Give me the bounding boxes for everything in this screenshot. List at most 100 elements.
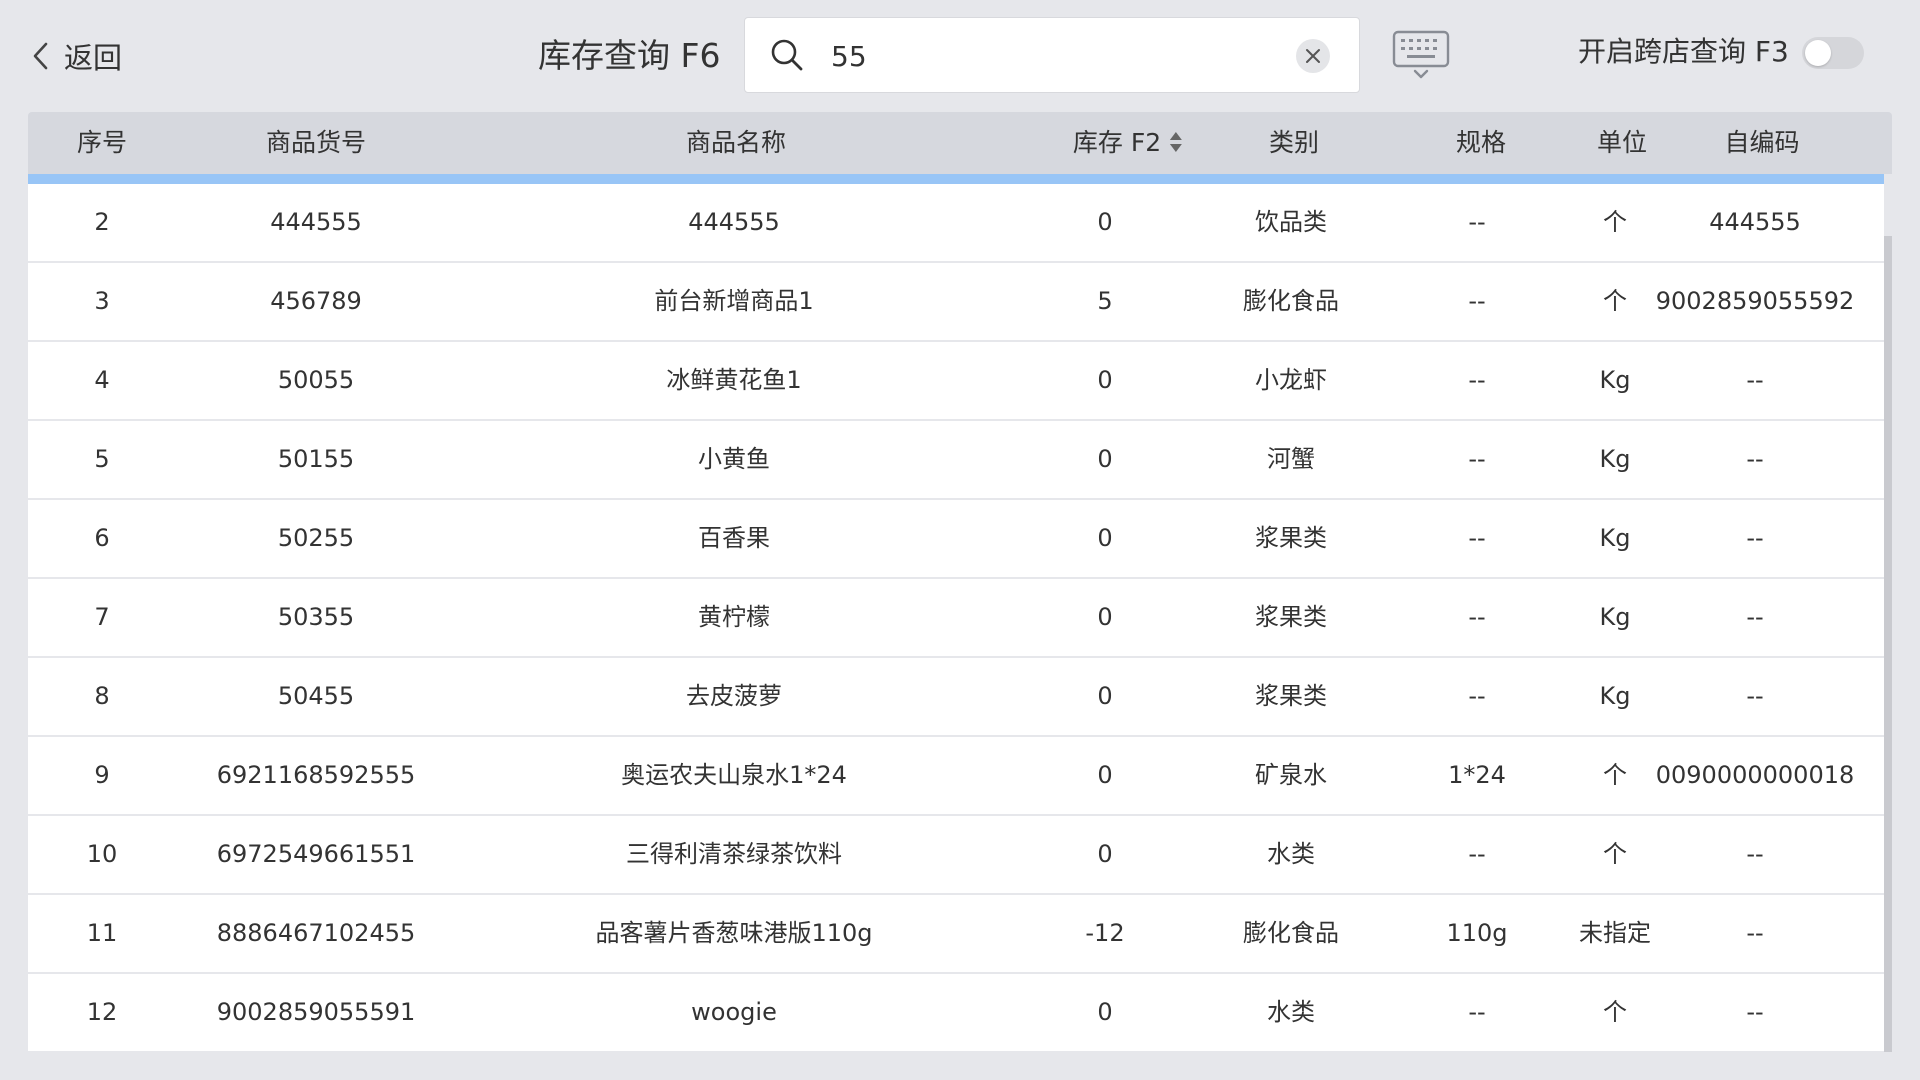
col-header-unit: 单位 — [1596, 128, 1648, 157]
search-input[interactable] — [829, 32, 1253, 80]
cell-sku: 8886467102455 — [216, 919, 416, 947]
back-label: 返回 — [64, 41, 123, 75]
cell-stock: 0 — [1097, 366, 1113, 394]
cell-code: 9002859055592 — [1655, 287, 1855, 315]
cell-unit: 个 — [1603, 287, 1627, 315]
table-row[interactable]: 10 6972549661551 三得利清茶绿茶饮料 0 水类 -- 个 -- — [28, 816, 1884, 893]
cell-sku: 6921168592555 — [216, 761, 416, 789]
cell-category: 饮品类 — [1255, 208, 1327, 236]
cell-name: woogie — [691, 998, 777, 1026]
col-header-code: 自编码 — [1724, 128, 1800, 157]
cell-stock: -12 — [1085, 919, 1125, 947]
cell-stock: 0 — [1097, 840, 1113, 868]
selection-accent-bar — [28, 174, 1884, 184]
search-box[interactable] — [744, 17, 1360, 93]
cell-unit: Kg — [1599, 524, 1631, 552]
cell-stock: 0 — [1097, 445, 1113, 473]
table-header: 序号 商品货号 商品名称 库存 F2 类别 规格 单位 自编码 — [28, 112, 1892, 174]
col-header-spec: 规格 — [1455, 128, 1507, 157]
toggle-knob — [1805, 40, 1831, 66]
back-button[interactable]: 返回 — [30, 34, 122, 78]
inventory-table: 序号 商品货号 商品名称 库存 F2 类别 规格 单位 自编码 2 444555… — [28, 112, 1892, 1052]
cell-stock: 0 — [1097, 761, 1113, 789]
keyboard-icon[interactable] — [1392, 30, 1450, 80]
cell-name: 冰鲜黄花鱼1 — [666, 366, 802, 394]
clear-search-button[interactable] — [1296, 39, 1330, 73]
cell-category: 小龙虾 — [1255, 366, 1327, 394]
cell-no: 7 — [94, 603, 110, 631]
cell-category: 浆果类 — [1255, 524, 1327, 552]
cell-stock: 0 — [1097, 524, 1113, 552]
cell-category: 河蟹 — [1267, 445, 1315, 473]
cell-sku: 456789 — [270, 287, 362, 315]
cell-spec: -- — [1468, 366, 1486, 394]
table-row[interactable]: 9 6921168592555 奥运农夫山泉水1*24 0 矿泉水 1*24 个… — [28, 737, 1884, 814]
cell-spec: -- — [1468, 445, 1486, 473]
cell-code: -- — [1746, 998, 1764, 1026]
cell-unit: Kg — [1599, 445, 1631, 473]
cell-code: -- — [1746, 366, 1764, 394]
cell-code: -- — [1746, 919, 1764, 947]
cell-sku: 9002859055591 — [216, 998, 416, 1026]
cell-name: 百香果 — [698, 524, 770, 552]
cell-name: 前台新增商品1 — [654, 287, 814, 315]
cell-sku: 50055 — [277, 366, 355, 394]
cell-unit: Kg — [1599, 682, 1631, 710]
cell-no: 5 — [94, 445, 110, 473]
cell-unit: 个 — [1603, 208, 1627, 236]
cell-category: 矿泉水 — [1255, 761, 1327, 789]
table-row[interactable]: 6 50255 百香果 0 浆果类 -- Kg -- — [28, 500, 1884, 577]
cell-sku: 6972549661551 — [216, 840, 416, 868]
cell-name: 小黄鱼 — [698, 445, 770, 473]
table-row[interactable]: 3 456789 前台新增商品1 5 膨化食品 -- 个 90028590555… — [28, 263, 1884, 340]
cell-unit: 个 — [1603, 840, 1627, 868]
chevron-left-icon — [33, 42, 48, 70]
cell-name: 黄柠檬 — [698, 603, 770, 631]
cell-category: 水类 — [1267, 998, 1315, 1026]
cell-name: 去皮菠萝 — [686, 682, 782, 710]
table-row[interactable]: 12 9002859055591 woogie 0 水类 -- 个 -- — [28, 974, 1884, 1051]
table-row[interactable]: 8 50455 去皮菠萝 0 浆果类 -- Kg -- — [28, 658, 1884, 735]
cross-store-toggle[interactable] — [1802, 37, 1864, 69]
cell-category: 水类 — [1267, 840, 1315, 868]
cell-no: 10 — [86, 840, 118, 868]
cell-name: 三得利清茶绿茶饮料 — [626, 840, 842, 868]
cell-spec: 1*24 — [1448, 761, 1506, 789]
close-icon — [1306, 49, 1320, 63]
col-header-stock[interactable]: 库存 F2 — [1073, 112, 1183, 174]
cell-stock: 0 — [1097, 998, 1113, 1026]
cell-code: 0090000000018 — [1655, 761, 1855, 789]
cell-stock: 5 — [1097, 287, 1113, 315]
cell-category: 膨化食品 — [1243, 287, 1339, 315]
cell-no: 6 — [94, 524, 110, 552]
cell-no: 4 — [94, 366, 110, 394]
col-header-no: 序号 — [76, 128, 128, 157]
cell-no: 8 — [94, 682, 110, 710]
cell-unit: Kg — [1599, 603, 1631, 631]
page-title: 库存查询 F6 — [538, 36, 721, 75]
cell-stock: 0 — [1097, 603, 1113, 631]
cell-no: 2 — [94, 208, 110, 236]
cell-code: -- — [1746, 603, 1764, 631]
cell-code: 444555 — [1709, 208, 1801, 236]
cell-spec: 110g — [1446, 919, 1508, 947]
col-header-sku: 商品货号 — [265, 128, 367, 157]
cell-sku: 50455 — [277, 682, 355, 710]
cell-stock: 0 — [1097, 208, 1113, 236]
col-header-name: 商品名称 — [685, 128, 787, 157]
cell-spec: -- — [1468, 998, 1486, 1026]
cell-unit: 个 — [1603, 761, 1627, 789]
table-body: 2 444555 444555 0 饮品类 -- 个 444555 3 4567… — [28, 184, 1884, 1053]
cross-store-label: 开启跨店查询 F3 — [1578, 35, 1789, 68]
cell-no: 11 — [86, 919, 118, 947]
table-row[interactable]: 5 50155 小黄鱼 0 河蟹 -- Kg -- — [28, 421, 1884, 498]
cell-spec: -- — [1468, 287, 1486, 315]
cell-unit: 个 — [1603, 998, 1627, 1026]
table-row[interactable]: 11 8886467102455 品客薯片香葱味港版110g -12 膨化食品 … — [28, 895, 1884, 972]
table-row[interactable]: 7 50355 黄柠檬 0 浆果类 -- Kg -- — [28, 579, 1884, 656]
table-row[interactable]: 4 50055 冰鲜黄花鱼1 0 小龙虾 -- Kg -- — [28, 342, 1884, 419]
table-row[interactable]: 2 444555 444555 0 饮品类 -- 个 444555 — [28, 184, 1884, 261]
scrollbar[interactable] — [1884, 236, 1892, 1052]
cell-code: -- — [1746, 840, 1764, 868]
cell-unit: 未指定 — [1579, 919, 1651, 947]
